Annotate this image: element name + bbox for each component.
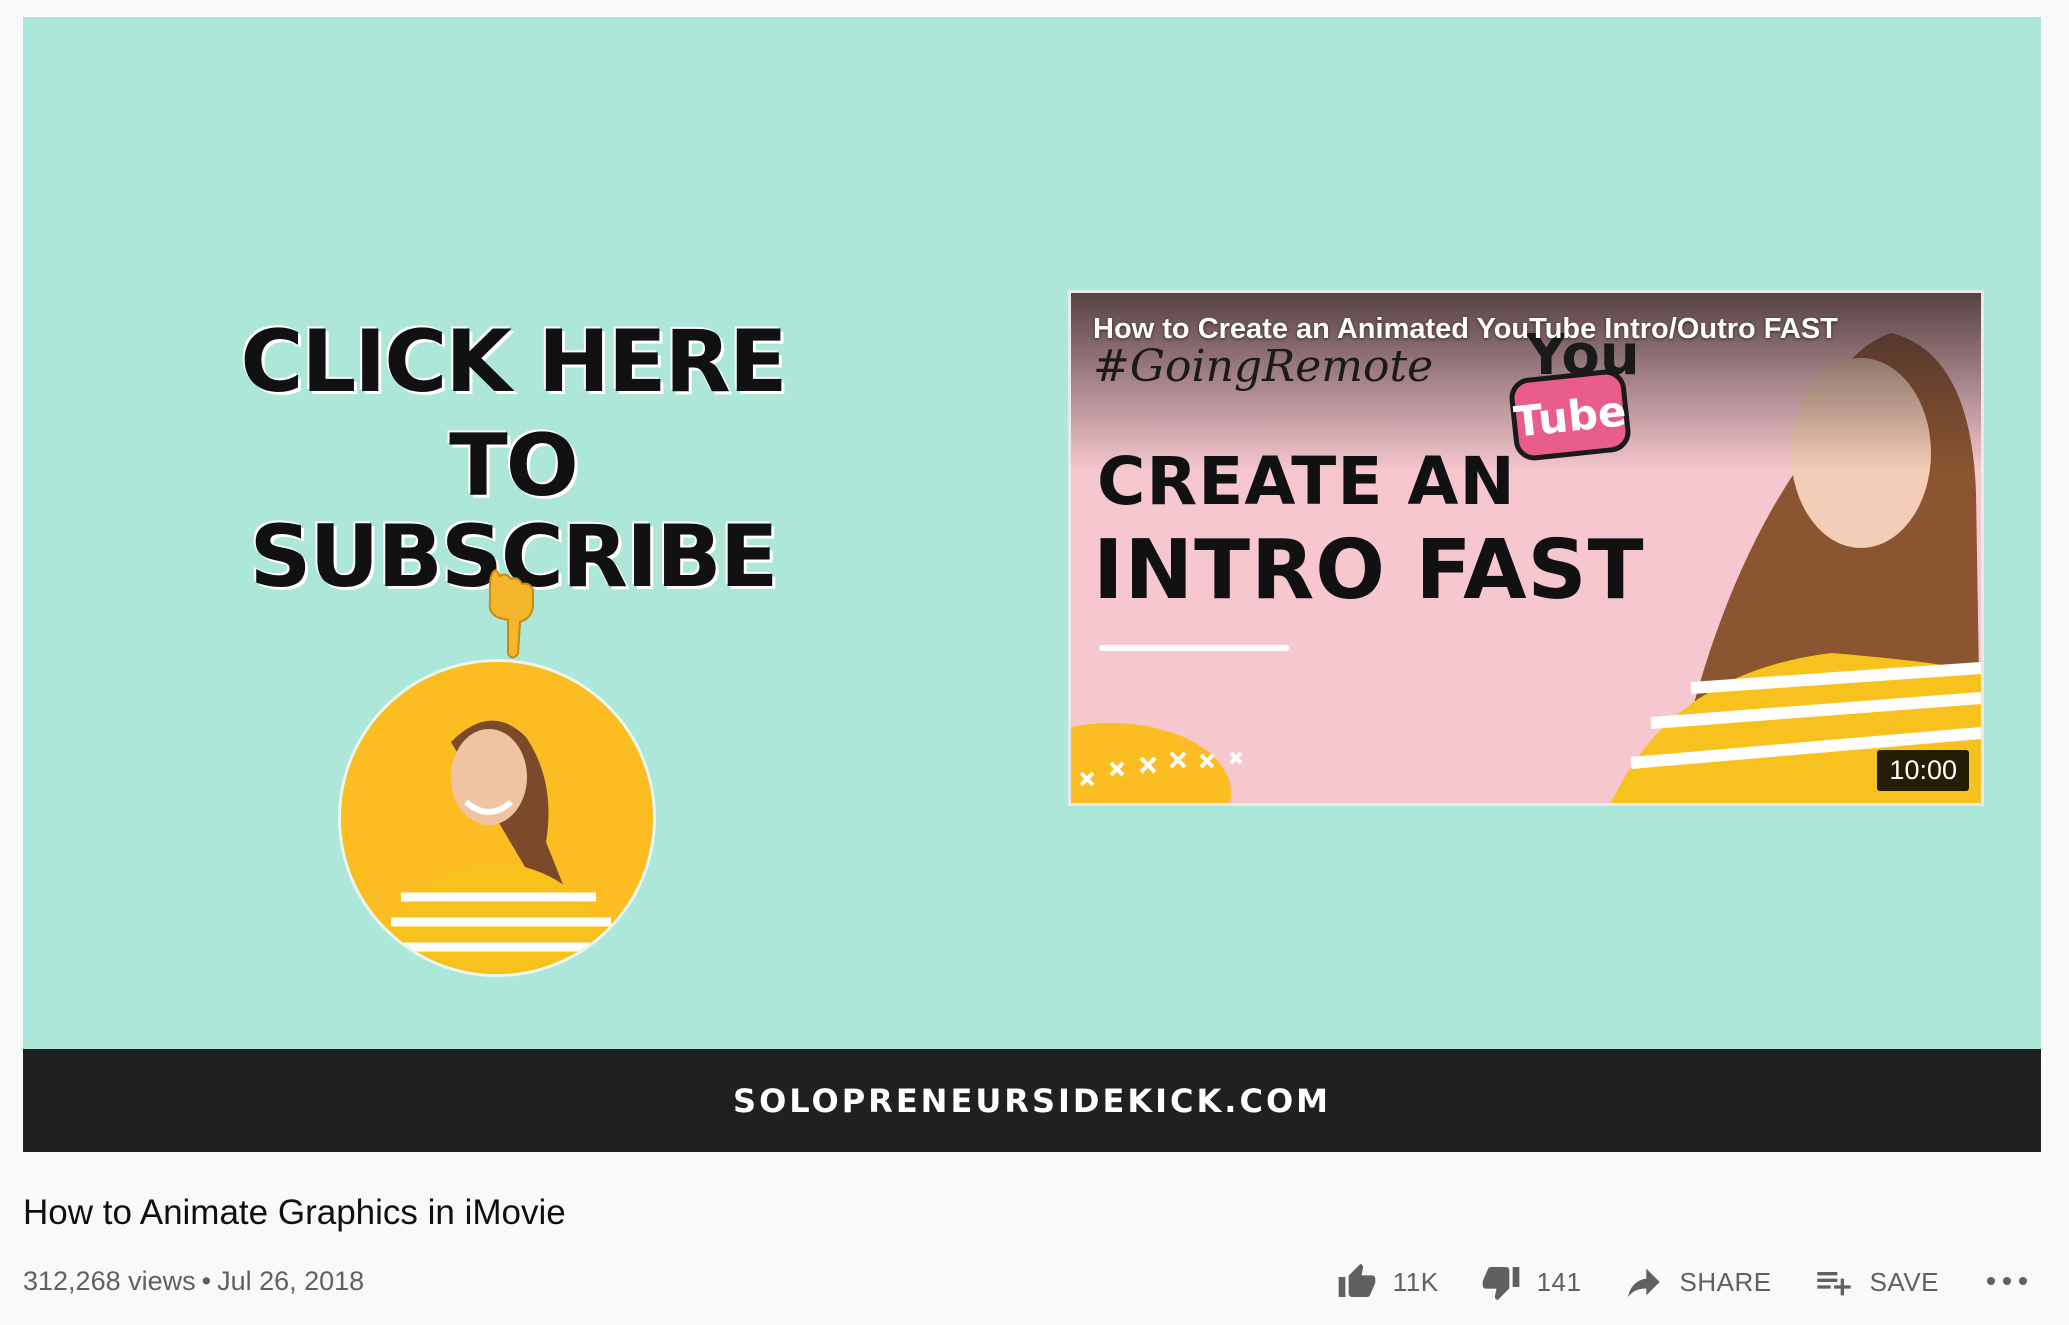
- share-arrow-icon: [1628, 1268, 1661, 1297]
- save-button[interactable]: SAVE: [1814, 1262, 1939, 1302]
- card-video-title: How to Create an Animated YouTube Intro/…: [1093, 313, 1838, 345]
- video-player[interactable]: CLICK HERE TO SUBSCRIBE How to Create an…: [23, 17, 2041, 1152]
- avatar-photo-icon: [341, 662, 653, 974]
- thumbs-up-icon: [1338, 1263, 1376, 1297]
- card-duration-badge: 10:00: [1877, 750, 1969, 791]
- thumbs-down-icon: [1482, 1267, 1519, 1301]
- channel-subscribe-avatar[interactable]: [341, 662, 653, 974]
- card-hashtag: #GoingRemote: [1093, 341, 1434, 392]
- video-actions: 11K 141 SHARE SAVE: [1295, 1252, 2029, 1312]
- card-headline-1: CREATE AN: [1097, 443, 1516, 520]
- card-headline-2: INTRO FAST: [1093, 523, 1645, 618]
- video-title: How to Animate Graphics in iMovie: [23, 1193, 566, 1232]
- subscribe-cta: CLICK HERE TO SUBSCRIBE: [173, 317, 853, 602]
- like-count: 11K: [1392, 1266, 1439, 1297]
- dislike-button[interactable]: 141: [1481, 1262, 1582, 1302]
- view-count: 312,268 views: [23, 1266, 196, 1296]
- endscreen-video-card[interactable]: How to Create an Animated YouTube Intro/…: [1068, 290, 1984, 806]
- watch-page: CLICK HERE TO SUBSCRIBE How to Create an…: [0, 0, 2069, 1325]
- more-horizontal-icon: [1987, 1276, 2027, 1285]
- share-button[interactable]: SHARE: [1623, 1262, 1771, 1302]
- pointing-down-hand-icon: [488, 568, 534, 659]
- share-label: SHARE: [1679, 1266, 1772, 1297]
- dislike-count: 141: [1536, 1266, 1582, 1297]
- more-actions-button[interactable]: [1985, 1267, 2029, 1298]
- playlist-add-icon: [1816, 1272, 1851, 1296]
- upload-date: Jul 26, 2018: [217, 1266, 365, 1296]
- decorative-underline: [1099, 645, 1289, 651]
- endscreen-footer-bar: SOLOPRENEURSIDEKICK.COM: [23, 1049, 2041, 1152]
- video-meta: 312,268 views • Jul 26, 2018: [23, 1266, 364, 1297]
- cta-line-1: CLICK HERE: [240, 312, 787, 412]
- like-button[interactable]: 11K: [1337, 1262, 1439, 1302]
- meta-separator: •: [201, 1266, 212, 1296]
- site-url-text: SOLOPRENEURSIDEKICK.COM: [733, 1081, 1331, 1120]
- save-label: SAVE: [1869, 1266, 1939, 1297]
- youtube-logo-icon: Tube: [1507, 367, 1633, 463]
